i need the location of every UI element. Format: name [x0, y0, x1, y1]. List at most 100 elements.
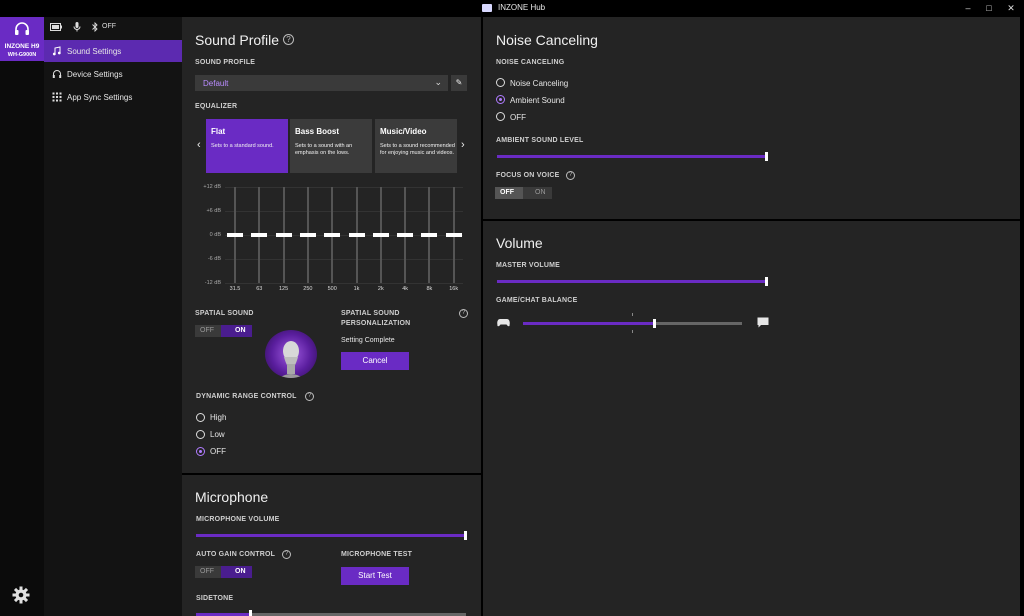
nc-radio-ambient-sound[interactable] [496, 95, 505, 104]
agc-toggle[interactable]: OFF ON [195, 566, 252, 578]
eq-db-label: -12 dB [204, 280, 221, 286]
eq-band-knob[interactable] [372, 233, 389, 237]
device-status-row: OFF [44, 17, 182, 39]
microphone-volume-label: MICROPHONE VOLUME [196, 516, 280, 523]
bluetooth-icon [92, 22, 98, 32]
game-chat-balance-fill [523, 322, 654, 325]
eq-band-knob[interactable] [299, 233, 316, 237]
sidetone-handle[interactable] [249, 610, 252, 616]
drc-option-label: Low [210, 430, 225, 439]
toggle-off-label: OFF [200, 327, 214, 334]
nav-item-label: Sound Settings [67, 47, 122, 56]
help-icon[interactable]: ? [305, 392, 314, 401]
nav-item-label: App Sync Settings [67, 93, 133, 102]
bluetooth-status: OFF [102, 23, 116, 30]
eq-grid-line [225, 211, 463, 212]
personalization-label: SPATIAL SOUND [341, 310, 400, 317]
spatial-sound-label: SPATIAL SOUND [195, 310, 254, 317]
ambient-sound-slider[interactable] [497, 155, 767, 158]
help-icon[interactable]: ? [459, 309, 468, 318]
maximize-button[interactable]: □ [979, 2, 999, 14]
battery-icon [50, 23, 62, 31]
nav-item-device-settings[interactable]: Device Settings [44, 63, 182, 85]
eq-band-knob[interactable] [421, 233, 438, 237]
ambient-sound-handle[interactable] [765, 152, 768, 161]
toggle-off-label: OFF [200, 568, 214, 575]
chevron-right-icon[interactable]: › [461, 139, 465, 151]
cancel-button[interactable]: Cancel [341, 352, 409, 370]
gear-icon[interactable] [12, 586, 30, 604]
toggle-on-label: ON [535, 189, 546, 196]
equalizer-label: EQUALIZER [195, 103, 238, 110]
eq-frequency-label: 2k [377, 286, 384, 292]
preset-flat[interactable]: Flat Sets to a standard sound. [206, 119, 288, 173]
game-chat-balance-handle[interactable] [653, 319, 656, 328]
equalizer-graph: +12 dB +6 dB 0 dB -6 dB -12 dB 31.5 63 125 250 50… [195, 182, 467, 298]
game-chat-balance-label: GAME/CHAT BALANCE [496, 297, 578, 304]
eq-frequency-label: 500 [327, 286, 337, 292]
sound-profile-label: SOUND PROFILE [195, 59, 256, 66]
help-icon[interactable]: ? [566, 171, 575, 180]
sound-profile-value: Default [203, 79, 229, 88]
ambient-sound-level-label: AMBIENT SOUND LEVEL [496, 137, 584, 144]
preset-title: Flat [211, 127, 226, 136]
microphone-volume-handle[interactable] [464, 531, 467, 540]
preset-description: Sets to a sound with an emphasis on the … [295, 143, 353, 156]
noise-canceling-title: Noise Canceling [496, 32, 598, 48]
drc-radio-off[interactable] [196, 447, 205, 456]
nc-radio-noise-canceling[interactable] [496, 78, 505, 87]
preset-music-video[interactable]: Music/Video Sets to a sound recommended … [375, 119, 457, 173]
device-rail [0, 17, 44, 616]
device-tile[interactable]: INZONE H9 WH-G900N [0, 17, 44, 61]
focus-on-voice-label: FOCUS ON VOICE [496, 172, 560, 179]
eq-frequency-label: 250 [303, 286, 313, 292]
agc-label: AUTO GAIN CONTROL [196, 551, 276, 558]
microphone-volume-slider[interactable] [196, 534, 466, 537]
eq-band-knob[interactable] [251, 233, 268, 237]
eq-frequency-label: 125 [279, 286, 289, 292]
master-volume-label: MASTER VOLUME [496, 262, 561, 269]
focus-on-voice-toggle[interactable]: OFF ON [495, 187, 552, 199]
nc-radio-off[interactable] [496, 112, 505, 121]
nav-item-app-sync-settings[interactable]: App Sync Settings [44, 86, 182, 108]
toggle-on-label: ON [235, 568, 246, 575]
personalization-status: Setting Complete [341, 337, 395, 344]
microphone-icon [73, 22, 81, 32]
eq-band-knob[interactable] [227, 233, 243, 237]
help-icon[interactable]: ? [282, 550, 291, 559]
close-button[interactable]: ✕ [1001, 2, 1021, 14]
preset-bass-boost[interactable]: Bass Boost Sets to a sound with an empha… [290, 119, 372, 173]
master-volume-handle[interactable] [765, 277, 768, 286]
eq-band-knob[interactable] [348, 233, 365, 237]
nav-item-sound-settings[interactable]: Sound Settings [44, 40, 182, 62]
drc-radio-low[interactable] [196, 430, 205, 439]
eq-frequency-label: 4k [402, 286, 408, 292]
preset-description: Sets to a standard sound. [211, 143, 274, 149]
chevron-left-icon[interactable]: ‹ [197, 139, 201, 151]
music-note-icon [52, 46, 61, 56]
master-volume-slider[interactable] [497, 280, 767, 283]
balance-center-tick [632, 313, 633, 316]
start-test-button[interactable]: Start Test [341, 567, 409, 585]
edit-profile-button[interactable]: ✎ [451, 75, 467, 91]
eq-band-knob[interactable] [275, 233, 292, 237]
eq-band-knob[interactable] [445, 233, 462, 237]
minimize-button[interactable]: – [958, 2, 978, 14]
eq-band-knob[interactable] [324, 233, 341, 237]
microphone-title: Microphone [195, 489, 269, 505]
sound-profile-title: Sound Profile [195, 32, 280, 48]
spatial-sound-toggle[interactable]: OFF ON [195, 325, 252, 337]
eq-band-knob[interactable] [397, 233, 414, 237]
app-logo-icon [482, 4, 492, 12]
help-icon[interactable]: ? [283, 34, 294, 45]
drc-radio-high[interactable] [196, 413, 205, 422]
eq-frequency-label: 31.5 [229, 286, 241, 292]
sound-profile-select[interactable]: Default ⌄ [195, 75, 448, 91]
noise-canceling-label: NOISE CANCELING [496, 59, 565, 66]
nav-item-label: Device Settings [67, 70, 123, 79]
eq-grid-line [225, 187, 463, 188]
chat-bubble-icon [757, 317, 769, 328]
chevron-down-icon: ⌄ [434, 77, 442, 87]
preset-title: Bass Boost [295, 127, 340, 136]
eq-frequency-label: 16k [449, 286, 459, 292]
